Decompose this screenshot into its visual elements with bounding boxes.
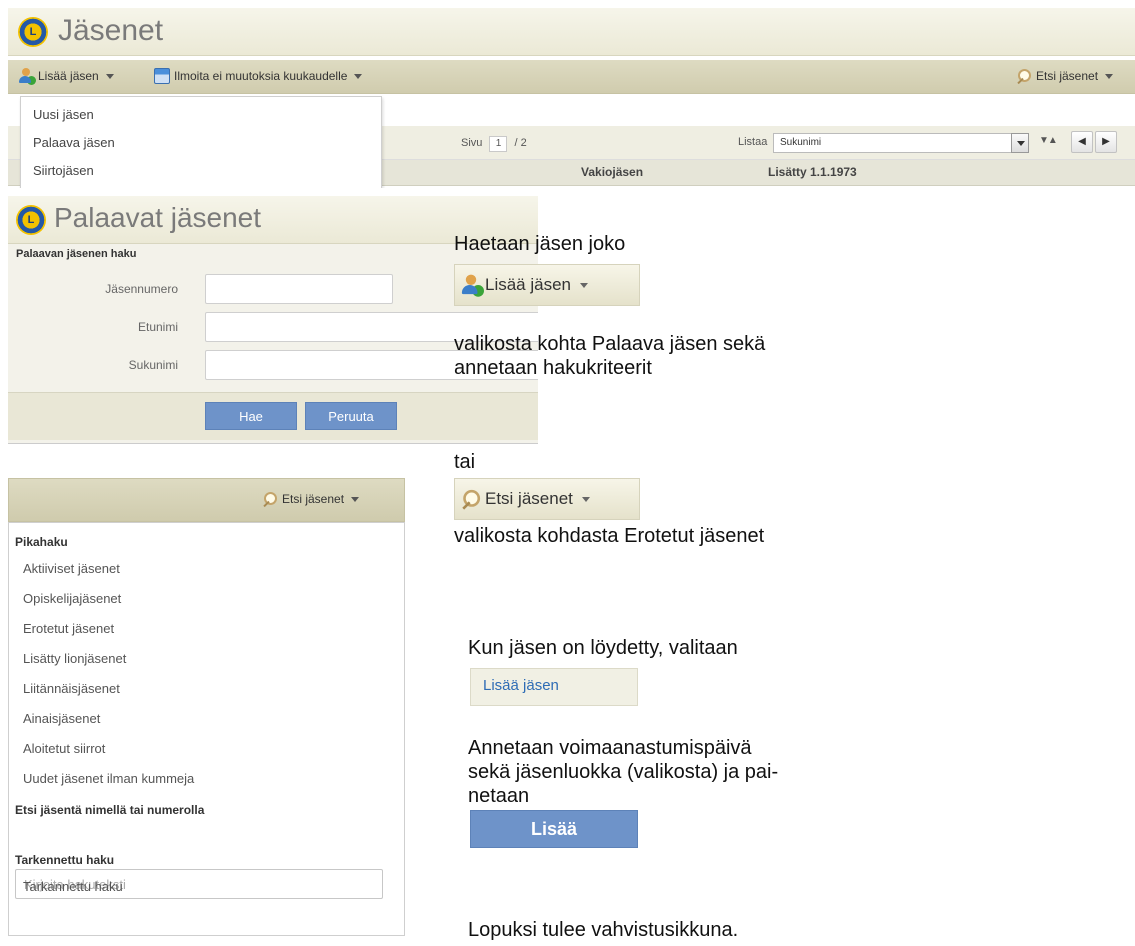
search-members-button-example: Etsi jäsenet — [454, 478, 640, 520]
report-no-changes-button[interactable]: Ilmoita ei muutoksia kuukaudelle — [154, 68, 363, 84]
sort-direction-icon[interactable]: ▼▲ — [1039, 135, 1058, 146]
add-member-flat-button-example: Lisää jäsen — [470, 668, 638, 706]
add-member-menu: Uusi jäsen Palaava jäsen Siirtojäsen — [20, 96, 382, 188]
page-label: Sivu — [461, 137, 483, 149]
add-user-icon — [461, 274, 484, 297]
page-total: / 2 — [514, 137, 527, 149]
menu-item[interactable]: Erotetut jäsenet — [23, 621, 114, 636]
search-members-screenshot: Etsi jäsenet Pikahaku Aktiiviset jäsenet… — [8, 478, 405, 936]
page-indicator: Sivu 1 / 2 — [461, 136, 527, 152]
column-header[interactable]: Lisätty 1.1.1973 — [768, 165, 857, 179]
search-icon — [262, 491, 278, 507]
chevron-down-icon — [354, 73, 363, 79]
search-members-label: Etsi jäsenet — [282, 492, 345, 506]
instruction-text: Lopuksi tulee vahvistusikkuna. — [468, 919, 739, 941]
first-name-label: Etunimi — [137, 320, 178, 334]
sort-select[interactable]: Sukunimi — [773, 133, 1013, 153]
button-row: Hae Peruuta — [8, 392, 538, 440]
chevron-down-icon — [1105, 73, 1114, 79]
menu-item-advanced-search[interactable]: Tarkannettu haku — [23, 879, 123, 894]
add-member-label: Lisää jäsen — [38, 69, 99, 83]
add-user-icon — [18, 68, 36, 85]
search-icon — [1016, 68, 1032, 84]
chevron-down-icon — [580, 282, 589, 288]
search-icon — [461, 489, 482, 510]
quick-search-heading: Pikahaku — [15, 535, 68, 549]
instruction-text: Haetaan jäsen joko — [454, 233, 626, 255]
menu-item[interactable]: Aloitetut siirrot — [23, 741, 105, 756]
calendar-icon — [154, 68, 170, 84]
member-number-input[interactable] — [205, 274, 393, 304]
prev-page-button[interactable]: ◀ — [1071, 131, 1093, 153]
search-button[interactable]: Hae — [205, 402, 297, 430]
page-title: Jäsenet — [58, 14, 164, 47]
instruction-text: annetaan hakukriteerit — [454, 357, 652, 379]
page-number-input[interactable]: 1 — [489, 136, 508, 152]
search-members-button[interactable]: Etsi jäsenet — [262, 491, 360, 507]
page-title: Palaavat jäsenet — [54, 202, 262, 233]
menu-item[interactable]: Uudet jäsenet ilman kummeja — [23, 771, 194, 786]
instruction-text: Kun jäsen on löydetty, valitaan — [468, 637, 738, 659]
menu-item[interactable]: Ainaisjäsenet — [23, 711, 100, 726]
sort-select-arrow-icon[interactable] — [1011, 133, 1029, 153]
menu-item-new-member[interactable]: Uusi jäsen — [33, 107, 94, 122]
menu-item-transfer-member[interactable]: Siirtojäsen — [33, 163, 94, 178]
lions-logo-icon — [18, 17, 48, 47]
chevron-down-icon — [105, 73, 114, 79]
add-member-button-example: Lisää jäsen — [454, 264, 640, 306]
search-members-button[interactable]: Etsi jäsenet — [1016, 68, 1114, 84]
cancel-button[interactable]: Peruuta — [305, 402, 397, 430]
last-name-label: Sukunimi — [128, 358, 178, 372]
menu-item[interactable]: Lisätty lionjäsenet — [23, 651, 126, 666]
member-number-label: Jäsennumero — [105, 282, 178, 296]
list-label: Listaa — [738, 136, 768, 148]
chevron-down-icon — [351, 496, 360, 502]
instruction-text: netaan — [468, 785, 530, 807]
chevron-down-icon — [581, 496, 590, 502]
column-header[interactable]: Vakiojäsen — [581, 165, 643, 179]
instruction-text: valikosta kohdasta Erotetut jäsenet — [454, 525, 765, 547]
name-search-heading: Etsi jäsentä nimellä tai numerolla — [15, 803, 205, 817]
members-toolbar: Lisää jäsen Ilmoita ei muutoksia kuukaud… — [8, 60, 1135, 94]
instruction-text: Annetaan voimaanastumispäivä — [468, 737, 752, 759]
menu-item-returning-member[interactable]: Palaava jäsen — [33, 135, 115, 150]
section-title: Palaavan jäsenen haku — [16, 248, 137, 260]
lisaa-button-example: Lisää — [470, 810, 638, 848]
instruction-text: valikosta kohta Palaava jäsen sekä — [454, 333, 766, 355]
search-members-label: Etsi jäsenet — [1036, 69, 1099, 83]
next-page-button[interactable]: ▶ — [1095, 131, 1117, 153]
menu-item[interactable]: Aktiiviset jäsenet — [23, 561, 120, 576]
menu-item[interactable]: Opiskelijajäsenet — [23, 591, 121, 606]
add-member-label: Lisää jäsen — [485, 275, 572, 294]
instruction-text: sekä jäsenluokka (valikosta) ja pai- — [468, 761, 779, 783]
menu-item[interactable]: Liitännäisjäsenet — [23, 681, 120, 696]
report-no-changes-label: Ilmoita ei muutoksia kuukaudelle — [174, 69, 348, 83]
instruction-text: tai — [454, 451, 476, 473]
search-toolbar: Etsi jäsenet — [8, 478, 405, 522]
search-members-label: Etsi jäsenet — [485, 489, 573, 508]
lions-logo-icon — [16, 205, 46, 235]
members-titlebar: Jäsenet — [8, 8, 1135, 56]
members-screenshot: Jäsenet Lisää jäsen Ilmoita ei muutoksia… — [8, 8, 1135, 188]
add-member-button[interactable]: Lisää jäsen — [18, 68, 114, 85]
advanced-search-heading: Tarkennettu haku — [15, 853, 115, 867]
search-members-menu: Pikahaku Aktiiviset jäsenet Opiskelijajä… — [8, 522, 405, 936]
